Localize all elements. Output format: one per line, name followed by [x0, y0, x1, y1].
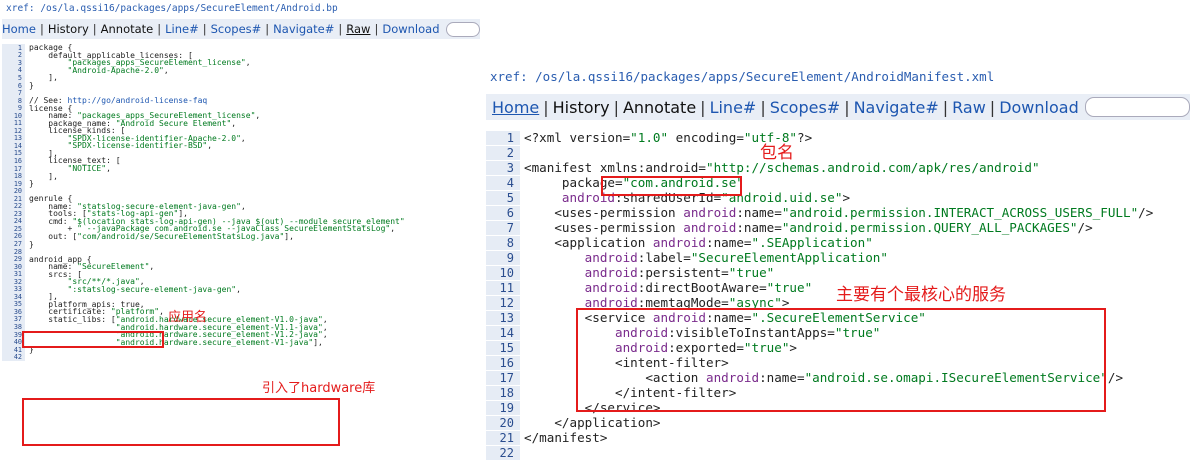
code-line: 3 <manifest xmlns:android="http://schemas…	[486, 160, 1190, 175]
nav-raw[interactable]: Raw	[346, 22, 370, 36]
android-bp-panel: xref: /os/la.qssi16/packages/apps/Secure…	[0, 0, 482, 471]
code-line: 17 "NOTICE",	[2, 164, 480, 173]
code-line: 5 ],	[2, 73, 480, 82]
code-line: 19}	[2, 179, 480, 189]
code-line: 5 android:sharedUserId="android.uid.se">	[486, 190, 1190, 205]
code-line: 42	[2, 353, 480, 362]
line-number[interactable]: 2	[486, 145, 520, 160]
line-number[interactable]: 3	[486, 160, 520, 175]
code-line: 2	[486, 145, 1190, 160]
line-number[interactable]: 17	[486, 370, 520, 385]
nav-annotate[interactable]: Annotate	[623, 98, 696, 117]
line-number[interactable]: 7	[486, 220, 520, 235]
line-text: </application>	[524, 415, 661, 430]
line-text: android:persistent="true"	[584, 265, 775, 280]
annotation-core-service: 主要有个最核心的服务	[836, 285, 1006, 305]
highlight-static-libs	[22, 398, 340, 446]
file-path-breadcrumb[interactable]: xref: /os/la.qssi16/packages/apps/Secure…	[6, 3, 338, 14]
line-number[interactable]: 18	[486, 385, 520, 400]
line-number[interactable]: 13	[486, 310, 520, 325]
nav-navigate[interactable]: Navigate#	[854, 98, 939, 117]
line-text: }	[29, 81, 34, 91]
code-line: 4 "Android-Apache-2.0",	[2, 66, 480, 75]
line-number[interactable]: 14	[486, 325, 520, 340]
code-line: 1 <?xml version="1.0" encoding="utf-8"?>	[486, 130, 1190, 145]
nav-scopes[interactable]: Scopes#	[770, 98, 840, 117]
code-line: 26 out: ["com/android/se/SecureElementSt…	[2, 231, 480, 241]
line-number[interactable]: 6	[486, 205, 520, 220]
line-number[interactable]: 16	[486, 355, 520, 370]
line-number[interactable]: 8	[486, 235, 520, 250]
code-line: 9 android:label="SecureElementApplicatio…	[486, 250, 1190, 265]
line-number[interactable]: 11	[486, 280, 520, 295]
code-line: 14 "SPDX-license-identifier-BSD",	[2, 141, 480, 150]
line-number[interactable]: 1	[486, 130, 520, 145]
code-line: 8 <application android:name=".SEApplicat…	[486, 235, 1190, 250]
code-line: 20	[2, 187, 480, 196]
search-input[interactable]	[445, 21, 480, 37]
line-number[interactable]: 10	[486, 265, 520, 280]
line-text: }	[29, 239, 34, 249]
code-listing: 1 package {2 default_applicable_licenses:…	[2, 43, 480, 362]
code-line: 6 <uses-permission android:name="android…	[486, 205, 1190, 220]
line-number[interactable]: 21	[486, 430, 520, 445]
annotation-hardware-libs: 引入了hardware库	[262, 381, 376, 396]
line-number[interactable]: 9	[486, 250, 520, 265]
file-path-breadcrumb[interactable]: xref: /os/la.qssi16/packages/apps/Secure…	[490, 69, 994, 84]
highlight-core-service	[576, 308, 1106, 412]
nav-history[interactable]: History	[553, 98, 610, 117]
code-line: 20 </application>	[486, 415, 1190, 430]
android-manifest-panel: xref: /os/la.qssi16/packages/apps/Secure…	[486, 60, 1190, 471]
nav-scopes[interactable]: Scopes#	[211, 22, 262, 36]
line-text: out: ["com/android/se/SecureElementStats…	[29, 231, 294, 241]
code-line: 6}	[2, 81, 480, 91]
line-text: </manifest>	[524, 430, 608, 445]
code-line: 8// See: http://go/android-license-faq	[2, 96, 480, 105]
nav-navigate[interactable]: Navigate#	[273, 22, 334, 36]
search-input[interactable]	[1084, 97, 1190, 117]
annotation-app-name: 应用名	[168, 310, 208, 325]
code-line: 4 package="com.android.se"	[486, 175, 1190, 190]
nav-download[interactable]: Download	[999, 98, 1079, 117]
nav-home[interactable]: Home	[486, 98, 539, 117]
code-line: 22	[486, 445, 1190, 460]
nav-home[interactable]: Home	[2, 22, 36, 36]
code-line: 10 android:persistent="true"	[486, 265, 1190, 280]
line-number[interactable]: 19	[486, 400, 520, 415]
line-text: <uses-permission android:name="android.p…	[524, 205, 1154, 220]
line-number[interactable]: 4	[486, 175, 520, 190]
line-text: android:label="SecureElementApplication"	[584, 250, 888, 265]
line-number[interactable]: 20	[486, 415, 520, 430]
nav-annotate[interactable]: Annotate	[101, 22, 154, 36]
line-number[interactable]: 5	[486, 190, 520, 205]
line-number[interactable]: 42	[2, 353, 25, 362]
code-line: 7 <uses-permission android:name="android…	[486, 220, 1190, 235]
nav-line-numbers[interactable]: Line#	[710, 98, 757, 117]
line-number[interactable]: 12	[486, 295, 520, 310]
code-line: 27}	[2, 239, 480, 249]
annotation-package-name: 包名	[760, 143, 794, 163]
nav-history[interactable]: History	[48, 22, 89, 36]
code-line: 33 ":statslog-secure-element-java-gen",	[2, 285, 480, 294]
highlight-package	[601, 176, 742, 196]
line-text: android:directBootAware="true"	[584, 280, 813, 295]
line-number[interactable]: 15	[486, 340, 520, 355]
nav-download[interactable]: Download	[382, 22, 439, 36]
nav-raw[interactable]: Raw	[952, 98, 986, 117]
file-navbar: Home | History | Annotate | Line# | Scopes# |…	[486, 94, 1190, 120]
code-line: 21 </manifest>	[486, 430, 1190, 445]
line-text: }	[29, 179, 34, 189]
nav-line-numbers[interactable]: Line#	[165, 22, 199, 36]
code-line: 18 ],	[2, 172, 480, 181]
line-text: <uses-permission android:name="android.p…	[524, 220, 1093, 235]
file-navbar: Home | History | Annotate | Line# | Scopes# |…	[2, 19, 480, 39]
highlight-app-name	[22, 331, 164, 348]
line-text: <application android:name=".SEApplicatio…	[524, 235, 873, 250]
line-number[interactable]: 22	[486, 445, 520, 460]
